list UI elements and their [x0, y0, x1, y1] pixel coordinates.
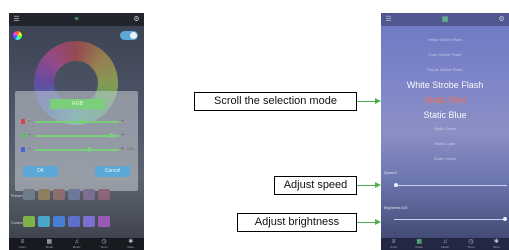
top-bar: ☰ ▦ ⚙	[381, 13, 509, 26]
mode-item[interactable]: Purple Strobe Flash	[381, 67, 509, 72]
preset-swatch[interactable]	[53, 189, 65, 200]
slider-value: 255	[127, 146, 134, 151]
mode-item-selected[interactable]: Static Red	[381, 95, 509, 105]
slider-track[interactable]	[35, 149, 119, 151]
nav-label: Mode	[45, 245, 54, 249]
slider-knob[interactable]	[109, 133, 114, 138]
custom-swatch[interactable]	[23, 216, 35, 227]
nav-item-music[interactable]: ♫ Music	[441, 239, 449, 249]
minus-icon[interactable]: –	[28, 132, 31, 138]
preset-swatch[interactable]	[98, 189, 110, 200]
custom-swatch[interactable]	[53, 216, 65, 227]
nav-label: Timer	[100, 245, 108, 249]
nav-label: Color	[390, 245, 398, 249]
right-phone-screen: ☰ ▦ ⚙ Yellow Strobe Flash Cyan Strobe Fl…	[381, 13, 509, 250]
nav-item-mode[interactable]: ▦ Mode	[415, 239, 423, 249]
nav-item-timer[interactable]: ◷ Timer	[100, 239, 108, 249]
preset-color-row	[23, 189, 110, 200]
grid-icon[interactable]: ▦	[442, 16, 449, 23]
nav-item-mode[interactable]: ▦ Mode	[46, 239, 54, 249]
minus-icon[interactable]: –	[28, 146, 31, 152]
green-swatch	[21, 133, 25, 138]
slider-track[interactable]	[35, 135, 119, 137]
nav-label: Music	[441, 245, 450, 249]
plus-icon[interactable]: +	[121, 146, 124, 152]
red-swatch	[21, 119, 25, 124]
menu-icon[interactable]: ☰	[13, 16, 20, 23]
bottom-nav: ≡ Color ▦ Mode ♫ Music ◷ Timer ✱ More	[9, 238, 144, 250]
slider-track[interactable]	[35, 121, 119, 123]
mode-item[interactable]: Static Green	[381, 126, 509, 131]
nav-label: Color	[18, 245, 26, 249]
arrow-right-icon	[375, 219, 381, 225]
brightness-slider-knob[interactable]	[503, 217, 507, 221]
mode-item[interactable]: Static Blue	[381, 110, 509, 120]
green-slider[interactable]: – +	[21, 132, 133, 140]
slider-knob[interactable]	[87, 147, 92, 152]
blue-slider[interactable]: – + 255	[21, 146, 134, 154]
scroll-mode-callout: Scroll the selection mode	[194, 92, 357, 111]
custom-color-row	[23, 216, 110, 227]
arrow-right-icon	[375, 98, 381, 104]
preset-swatch[interactable]	[83, 189, 95, 200]
nav-item-color[interactable]: ≡ Color	[19, 239, 26, 249]
ok-button[interactable]: OK	[23, 166, 58, 177]
dialog-title: RGB	[50, 99, 105, 109]
left-phone-screen: ☰ ≡ ⚙ RGB – + – + – + 255 OK Cancel Pres…	[9, 13, 144, 250]
menu-icon[interactable]: ☰	[385, 16, 392, 23]
speed-callout: Adjust speed	[274, 176, 357, 195]
nav-item-more[interactable]: ✱ More	[493, 239, 500, 249]
nav-item-color[interactable]: ≡ Color	[390, 239, 397, 249]
nav-item-timer[interactable]: ◷ Timer	[467, 239, 475, 249]
mode-item[interactable]: Cyan Strobe Flash	[381, 52, 509, 57]
nav-label: Music	[72, 245, 81, 249]
mode-item[interactable]: Yellow Strobe Flash	[381, 37, 509, 42]
speed-label: Speed:0	[384, 171, 398, 175]
plus-icon[interactable]: +	[121, 132, 124, 138]
sliders-icon[interactable]: ≡	[73, 16, 80, 23]
brightness-label: Brightness:100	[384, 206, 408, 210]
plus-icon[interactable]: +	[121, 118, 124, 124]
preset-swatch[interactable]	[38, 189, 50, 200]
nav-label: Timer	[467, 245, 475, 249]
preset-label: Preset	[11, 193, 23, 198]
blue-swatch	[21, 147, 25, 152]
preset-swatch[interactable]	[23, 189, 35, 200]
rgb-dialog: RGB – + – + – + 255 OK Cancel	[15, 91, 138, 191]
custom-swatch[interactable]	[38, 216, 50, 227]
nav-label: More	[127, 245, 135, 249]
speed-slider-track[interactable]	[394, 185, 507, 186]
mode-item[interactable]: Static Cyan	[381, 141, 509, 146]
custom-swatch[interactable]	[83, 216, 95, 227]
custom-swatch[interactable]	[68, 216, 80, 227]
nav-label: More	[493, 245, 500, 249]
slider-knob[interactable]	[79, 119, 84, 124]
brightness-callout: Adjust brightness	[237, 213, 357, 232]
gear-icon[interactable]: ⚙	[133, 16, 140, 23]
nav-item-music[interactable]: ♫ Music	[73, 239, 81, 249]
power-toggle[interactable]	[120, 31, 138, 40]
top-bar: ☰ ≡ ⚙	[9, 13, 144, 26]
mode-item[interactable]: Static Yellow	[381, 156, 509, 161]
arrow-right-icon	[375, 182, 381, 188]
bottom-nav: ≡ Color ▦ Mode ♫ Music ◷ Timer ✱ More	[381, 238, 509, 250]
red-slider[interactable]: – +	[21, 118, 133, 126]
minus-icon[interactable]: –	[28, 118, 31, 124]
speed-slider-knob[interactable]	[394, 183, 398, 187]
nav-item-more[interactable]: ✱ More	[127, 239, 134, 249]
gear-icon[interactable]: ⚙	[498, 16, 505, 23]
brightness-slider-track[interactable]	[394, 219, 507, 220]
nav-label: Mode	[415, 245, 423, 249]
cancel-button[interactable]: Cancel	[95, 166, 130, 177]
color-palette-icon[interactable]	[13, 31, 22, 40]
custom-swatch[interactable]	[98, 216, 110, 227]
mode-item[interactable]: White Strobe Flash	[381, 80, 509, 90]
preset-swatch[interactable]	[68, 189, 80, 200]
